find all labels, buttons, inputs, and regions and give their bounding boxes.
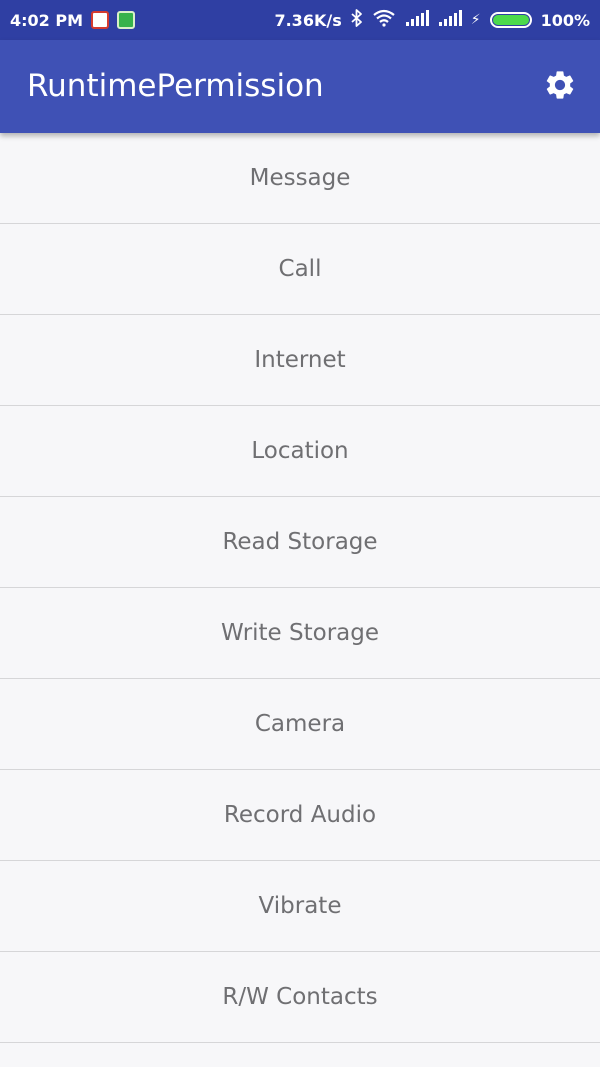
status-time: 4:02 PM	[10, 10, 84, 30]
permission-item-message[interactable]: Message	[0, 133, 600, 224]
signal-icon-1	[405, 10, 429, 30]
settings-button[interactable]	[542, 69, 578, 105]
gear-icon	[543, 68, 577, 107]
battery-icon	[489, 12, 532, 28]
shield-icon	[91, 11, 110, 29]
permission-item-vibrate[interactable]: Vibrate	[0, 861, 600, 952]
permission-list: Message Call Internet Location Read Stor…	[0, 133, 600, 1043]
permission-item-location[interactable]: Location	[0, 406, 600, 497]
status-right: 7.36K/s ⚡ 100%	[274, 0, 590, 40]
permission-item-internet[interactable]: Internet	[0, 315, 600, 406]
app-bar: RuntimePermission	[0, 40, 600, 133]
status-left: 4:02 PM	[10, 0, 136, 40]
status-bar: 4:02 PM 7.36K/s ⚡ 100%	[0, 0, 600, 40]
net-speed: 7.36K/s	[274, 10, 342, 30]
wifi-icon	[372, 9, 396, 31]
charging-icon: ⚡	[470, 12, 481, 28]
android-icon	[117, 11, 136, 29]
permission-item-record-audio[interactable]: Record Audio	[0, 770, 600, 861]
app-title: RuntimePermission	[27, 68, 324, 104]
bluetooth-icon	[351, 9, 363, 31]
permission-item-camera[interactable]: Camera	[0, 679, 600, 770]
signal-icon-2	[438, 10, 462, 30]
app-screen: 4:02 PM 7.36K/s ⚡ 100% RuntimePermission…	[0, 0, 600, 1067]
permission-item-read-storage[interactable]: Read Storage	[0, 497, 600, 588]
battery-level-fill	[492, 15, 529, 25]
permission-item-call[interactable]: Call	[0, 224, 600, 315]
permission-item-rw-contacts[interactable]: R/W Contacts	[0, 952, 600, 1043]
permission-item-write-storage[interactable]: Write Storage	[0, 588, 600, 679]
battery-percent: 100%	[540, 10, 590, 30]
